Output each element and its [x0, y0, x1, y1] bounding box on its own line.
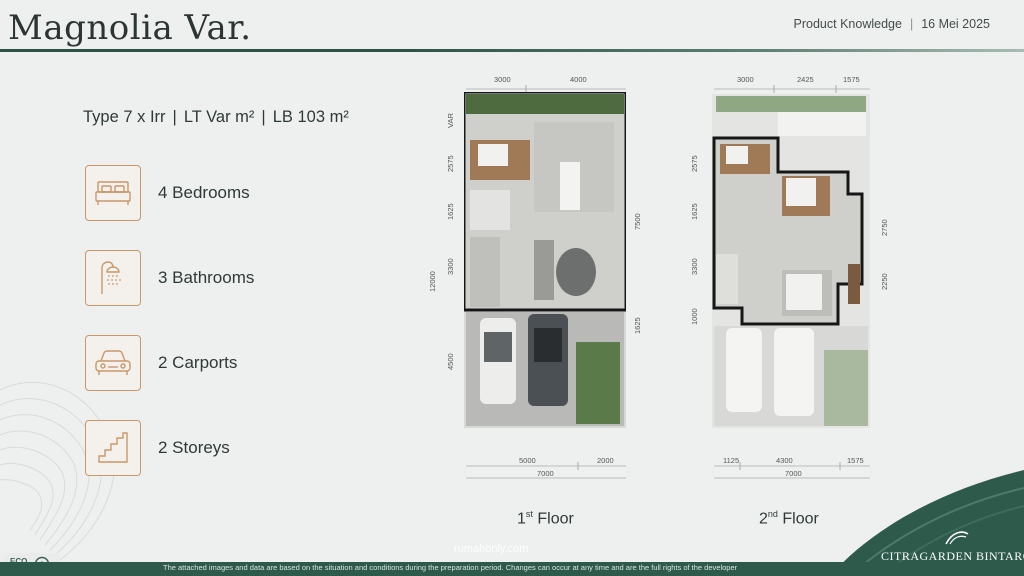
floor-plan-1-drawing	[464, 92, 626, 428]
floor-label-ordinal: st	[525, 509, 533, 519]
dimension-label: 1575	[843, 75, 860, 84]
footer-disclaimer: The attached images and data are based o…	[163, 563, 738, 572]
spec-separator: |	[172, 108, 177, 126]
feature-label: 3 Bathrooms	[158, 268, 255, 287]
feature-bathrooms: 3 Bathrooms	[85, 250, 385, 306]
watermark: rumahonly.com	[454, 543, 529, 555]
spec-building-area: LB 103 m²	[272, 108, 349, 126]
dimension-label: 12000	[428, 271, 437, 292]
dimension-label: 7000	[537, 469, 554, 478]
page-title: Magnolia Var.	[8, 8, 252, 48]
header-meta: Product Knowledge | 16 Mei 2025	[794, 17, 990, 31]
feature-icon-box	[85, 335, 141, 391]
floor-label-number: 2	[759, 510, 768, 528]
spec-type: Type 7 x Irr	[83, 108, 166, 126]
header-separator: |	[909, 17, 914, 31]
dimension-label: 1625	[446, 203, 455, 220]
dimension-label: 1625	[690, 203, 699, 220]
header-date: 16 Mei 2025	[921, 17, 990, 31]
dimension-label: 2750	[880, 219, 889, 236]
dimension-label: 3000	[494, 75, 511, 84]
dimension-label: 3000	[737, 75, 754, 84]
brand-logo-icon	[945, 531, 969, 545]
dimension-label: 7500	[633, 213, 642, 230]
feature-label: 2 Carports	[158, 353, 238, 372]
dimension-label: 2425	[797, 75, 814, 84]
feature-bedrooms: 4 Bedrooms	[85, 165, 385, 221]
dimension-label: 2575	[446, 155, 455, 172]
floor-plan-2-drawing	[712, 94, 870, 428]
dimension-label: 3300	[446, 258, 455, 275]
floor-label-ordinal: nd	[767, 509, 778, 519]
car-icon	[95, 350, 131, 375]
feature-carports: 2 Carports	[85, 335, 385, 391]
house-specs: Type 7 x Irr | LT Var m² | LB 103 m²	[83, 108, 349, 127]
dimension-label: 1625	[633, 317, 642, 334]
spec-land-area: LT Var m²	[183, 108, 255, 126]
feature-icon-box	[85, 165, 141, 221]
header-subtitle: Product Knowledge	[793, 17, 902, 31]
floor-label-text: Floor	[777, 510, 819, 528]
dimension-line	[714, 85, 870, 93]
spec-separator: |	[261, 108, 266, 126]
feature-storeys: 2 Storeys	[85, 420, 385, 476]
bed-icon	[95, 181, 131, 205]
dimension-label: 2250	[880, 273, 889, 290]
floor-2-label: 2nd Floor	[759, 509, 819, 528]
feature-label: 2 Storeys	[158, 438, 230, 457]
dimension-label: VAR	[446, 113, 455, 128]
dimension-label: 2575	[690, 155, 699, 172]
header-divider	[0, 49, 1024, 52]
feature-icon-box	[85, 420, 141, 476]
dimension-label: 4500	[446, 353, 455, 370]
floor-label-number: 1	[517, 510, 526, 528]
dimension-label: 3300	[690, 258, 699, 275]
stairs-icon	[98, 432, 128, 463]
feature-icon-box	[85, 250, 141, 306]
dimension-label: 1000	[690, 308, 699, 325]
dimension-label: 7000	[785, 469, 802, 478]
floor-label-text: Floor	[532, 510, 574, 528]
feature-label: 4 Bedrooms	[158, 183, 250, 202]
floor-1-label: 1st Floor	[517, 509, 574, 528]
shower-icon	[101, 261, 121, 294]
dimension-label: 4000	[570, 75, 587, 84]
